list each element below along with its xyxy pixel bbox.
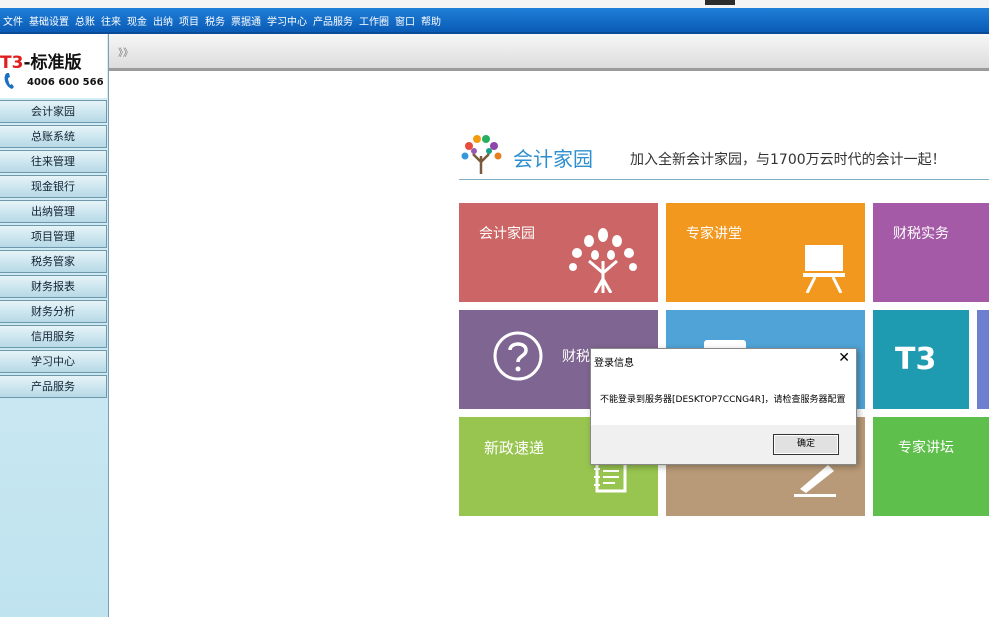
tree-logo-icon xyxy=(461,135,502,174)
menu-help[interactable]: 帮助 xyxy=(418,13,444,28)
notebook-icon xyxy=(594,461,627,493)
tile-label: 会计家园 xyxy=(479,226,535,242)
tile-label: 财税 xyxy=(562,349,590,365)
tile-accounting-home[interactable]: 会计家园 xyxy=(459,203,658,302)
menu-project[interactable]: 项目 xyxy=(176,13,202,28)
tree-icon xyxy=(569,228,637,293)
menu-invoice[interactable]: 票据通 xyxy=(228,13,264,28)
sidebar-item-cashier[interactable]: 出纳管理 xyxy=(0,200,107,223)
tile-label: 新政速递 xyxy=(484,439,545,457)
portal-slogan: 加入全新会计家园，与1700万云时代的会计一起！ xyxy=(630,152,946,168)
portal-name: 会计家园 xyxy=(513,147,593,171)
tile-label: 专家讲堂 xyxy=(686,226,742,242)
dialog-title: 登录信息 xyxy=(594,358,634,369)
sidebar-item-products[interactable]: 产品服务 xyxy=(0,375,107,398)
sidebar-item-reports[interactable]: 财务报表 xyxy=(0,275,107,298)
sidebar-nav: 会计家园 总账系统 往来管理 现金银行 出纳管理 项目管理 税务管家 财务报表 … xyxy=(0,100,107,400)
brand-prefix: T3 xyxy=(0,53,24,73)
tile-label: T3 xyxy=(895,342,937,377)
tile-label: 财税实务 xyxy=(893,226,949,242)
phone-icon xyxy=(4,73,15,89)
sidebar-item-cash-bank[interactable]: 现金银行 xyxy=(0,175,107,198)
pen-icon xyxy=(794,465,836,497)
sidebar-item-learning[interactable]: 学习中心 xyxy=(0,350,107,373)
tile-expert-forum[interactable]: 专家讲坛 xyxy=(873,417,989,516)
sidebar-item-tax[interactable]: 税务管家 xyxy=(0,250,107,273)
dialog-message: 不能登录到服务器[DESKTOP7CCNG4R]，请检查服务器配置 xyxy=(600,395,846,405)
sidebar-item-analysis[interactable]: 财务分析 xyxy=(0,300,107,323)
tile-t3[interactable]: T3 xyxy=(873,310,969,409)
menu-basic-settings[interactable]: 基础设置 xyxy=(26,13,72,28)
support-phone: 4006 600 566 xyxy=(27,77,104,88)
ok-button[interactable]: 确定 xyxy=(773,434,839,455)
menu-cashier[interactable]: 出纳 xyxy=(150,13,176,28)
expand-arrows-icon[interactable]: 》》 xyxy=(118,44,133,59)
brand-title: T3-标准版 xyxy=(0,48,82,73)
question-icon xyxy=(493,331,543,381)
menu-cash[interactable]: 现金 xyxy=(124,13,150,28)
tile-expert-lecture[interactable]: 专家讲堂 xyxy=(666,203,865,302)
tile-label: 专家讲坛 xyxy=(898,440,954,456)
tile-partial[interactable] xyxy=(977,310,989,409)
menu-products[interactable]: 产品服务 xyxy=(310,13,356,28)
toolbar: 》》 xyxy=(108,34,989,71)
header-divider xyxy=(459,179,989,180)
menu-learning[interactable]: 学习中心 xyxy=(264,13,310,28)
easel-icon xyxy=(803,245,845,293)
menu-window[interactable]: 窗口 xyxy=(392,13,418,28)
brand-logo: T3-标准版 4006 600 566 xyxy=(0,34,107,98)
brand-suffix: -标准版 xyxy=(23,53,82,73)
sidebar: T3-标准版 4006 600 566 会计家园 总账系统 往来管理 现金银行 … xyxy=(0,34,109,617)
sidebar-item-project[interactable]: 项目管理 xyxy=(0,225,107,248)
menu-ledger[interactable]: 总账 xyxy=(72,13,98,28)
menu-workcircle[interactable]: 工作圈 xyxy=(356,13,392,28)
dialog-footer: 确定 xyxy=(591,425,856,464)
sidebar-item-accounts[interactable]: 往来管理 xyxy=(0,150,107,173)
close-icon[interactable]: ✕ xyxy=(838,350,850,366)
menu-bar: 文件 基础设置 总账 往来 现金 出纳 项目 税务 票据通 学习中心 产品服务 … xyxy=(0,8,989,34)
title-bar xyxy=(0,0,989,8)
window-controls-strip xyxy=(705,0,735,5)
login-info-dialog: 登录信息 ✕ 不能登录到服务器[DESKTOP7CCNG4R]，请检查服务器配置… xyxy=(590,348,857,465)
menu-accounts[interactable]: 往来 xyxy=(98,13,124,28)
sidebar-item-accounting-home[interactable]: 会计家园 xyxy=(0,100,107,123)
menu-tax[interactable]: 税务 xyxy=(202,13,228,28)
sidebar-item-ledger[interactable]: 总账系统 xyxy=(0,125,107,148)
tile-tax-practice[interactable]: 财税实务 xyxy=(873,203,989,302)
sidebar-item-credit[interactable]: 信用服务 xyxy=(0,325,107,348)
menu-file[interactable]: 文件 xyxy=(0,13,26,28)
